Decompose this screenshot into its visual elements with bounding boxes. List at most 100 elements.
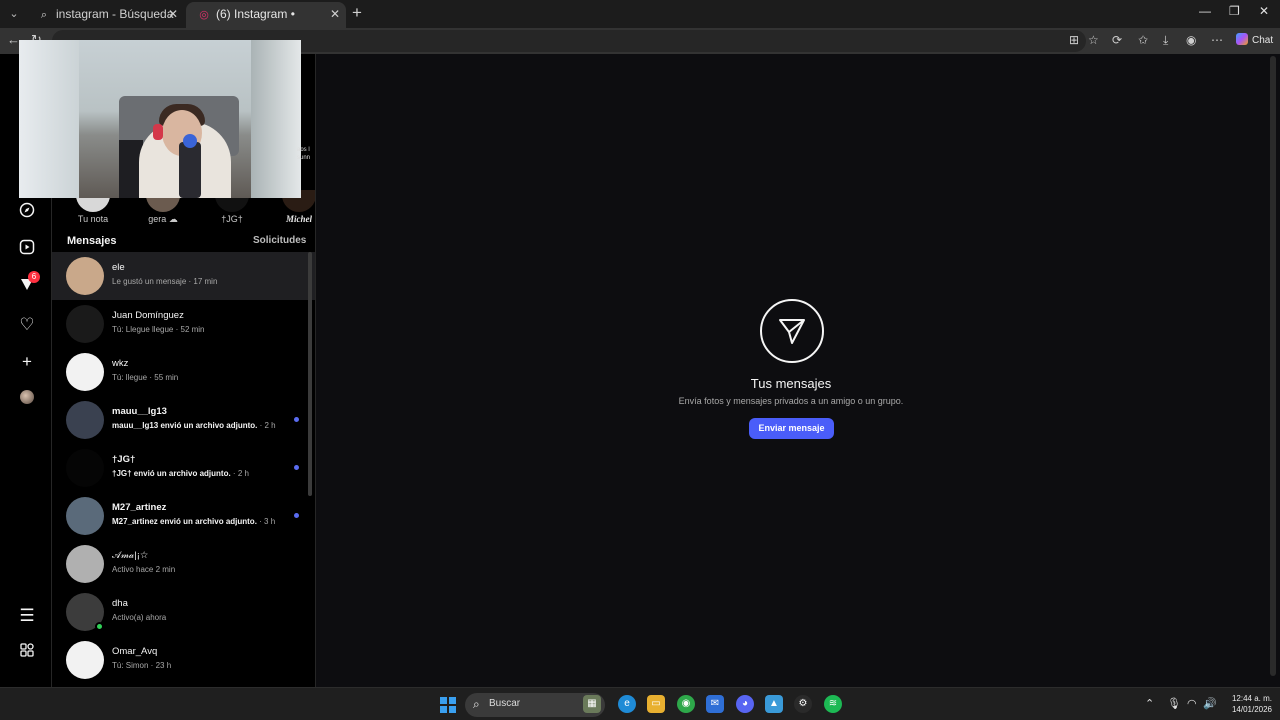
messages-badge: 6 bbox=[28, 271, 40, 283]
reels-icon[interactable] bbox=[14, 239, 40, 261]
clock-time: 12:44 a. m. bbox=[1231, 694, 1272, 703]
extensions-icon[interactable]: ⟳ bbox=[1112, 33, 1122, 47]
conversation-preview: Tú: Simon · 23 h bbox=[112, 661, 172, 670]
profile-avatar[interactable] bbox=[14, 388, 40, 410]
conversation-preview: Le gustó un mensaje · 17 min bbox=[112, 277, 218, 286]
search-placeholder: Buscar bbox=[489, 698, 521, 709]
webcam-overlay bbox=[19, 40, 301, 198]
conversation-row[interactable]: Juan Domínguez Tú: Llegue llegue · 52 min bbox=[52, 300, 315, 348]
download-icon[interactable]: ⤓ bbox=[1163, 33, 1168, 48]
outlook-icon[interactable]: ✉ bbox=[706, 695, 724, 713]
tab-instagram-messages[interactable]: ◎(6) Instagram • Mensajes ✕ bbox=[186, 2, 346, 46]
conversation-time: · 3 h bbox=[256, 517, 276, 526]
requests-link[interactable]: Solicitudes bbox=[253, 235, 306, 246]
profile-icon[interactable]: ◉ bbox=[1186, 33, 1196, 47]
conversation-row[interactable]: Omar_Avq Tú: Simon · 23 h bbox=[52, 636, 315, 684]
empty-state-title: Tus mensajes bbox=[750, 376, 832, 391]
file-explorer-icon[interactable]: ▭ bbox=[647, 695, 665, 713]
conversation-name: 𝒜𝓂𝒶|¡☆ bbox=[112, 550, 149, 561]
conversation-name: wkz bbox=[112, 358, 129, 369]
new-tab-plus-icon[interactable]: + bbox=[352, 3, 362, 23]
conversation-row[interactable]: dha Activo(a) ahora bbox=[52, 588, 315, 636]
conversation-row[interactable]: ele Le gustó un mensaje · 17 min bbox=[52, 252, 315, 300]
conversation-row[interactable]: 𝒜𝓂𝒶|¡☆ Activo hace 2 min bbox=[52, 540, 315, 588]
conversation-name: mauu__lg13 bbox=[112, 406, 167, 417]
messages-icon[interactable]: 6 bbox=[14, 271, 40, 298]
empty-state-subtitle: Envía fotos y mensajes privados a un ami… bbox=[678, 396, 904, 406]
close-window-icon[interactable]: ✕ bbox=[1259, 4, 1269, 18]
favorite-star-icon[interactable]: ☆ bbox=[1088, 33, 1099, 47]
note-label: †JG† bbox=[221, 214, 243, 224]
chat-label: Chat bbox=[1252, 35, 1274, 46]
conversation-time: · 2 h bbox=[257, 421, 276, 430]
edge-icon[interactable]: e bbox=[618, 695, 636, 713]
unread-dot bbox=[294, 513, 299, 518]
tab-actions-chevron-icon[interactable]: ⌄ bbox=[4, 4, 24, 24]
minimize-icon[interactable]: — bbox=[1199, 4, 1211, 18]
conversation-preview: †JG† envió un archivo adjunto. · 2 h bbox=[112, 469, 249, 478]
paper-plane-icon bbox=[760, 299, 824, 363]
avatar bbox=[66, 449, 104, 487]
conversation-row[interactable]: †JG† †JG† envió un archivo adjunto. · 2 h bbox=[52, 444, 315, 492]
conversation-name: M27_artinez bbox=[112, 502, 167, 513]
note-label: gera ☁ bbox=[148, 214, 178, 224]
heart-icon[interactable]: ♡ bbox=[14, 314, 40, 336]
copilot-icon bbox=[1236, 33, 1248, 45]
send-message-button[interactable]: Enviar mensaje bbox=[749, 418, 834, 439]
wifi-icon[interactable]: ◠ bbox=[1187, 697, 1197, 710]
note-label: Michel bbox=[286, 214, 312, 224]
spotify-icon[interactable]: ≋ bbox=[824, 695, 842, 713]
conversation-name: †JG† bbox=[112, 454, 136, 465]
app-available-icon[interactable]: ⊞ bbox=[1069, 33, 1079, 47]
story-preview-text: aos l sunn bbox=[297, 147, 311, 161]
microphone-icon[interactable]: 🎙 bbox=[1167, 697, 1181, 710]
also-from-meta-icon[interactable] bbox=[14, 642, 40, 664]
conversation-preview: Tú: llegue · 55 min bbox=[112, 373, 179, 382]
search-icon: ⌕ bbox=[40, 9, 48, 21]
conversation-preview: Tú: Llegue llegue · 52 min bbox=[112, 325, 205, 334]
conversation-row[interactable]: wkz Tú: llegue · 55 min bbox=[52, 348, 315, 396]
windows-taskbar: ⌕ Buscar ▦ e ▭ ◉ ✉ ◕ ▲ ⚙ ≋ ⌃ 🎙 ◠ 🔊 12:44… bbox=[0, 687, 1280, 720]
hamburger-menu-icon[interactable]: ☰ bbox=[14, 605, 40, 627]
chrome-icon[interactable]: ◉ bbox=[677, 695, 695, 713]
unread-dot bbox=[294, 417, 299, 422]
more-menu-icon[interactable]: ⋯ bbox=[1211, 33, 1223, 47]
explore-icon[interactable] bbox=[14, 202, 40, 224]
avatar bbox=[66, 545, 104, 583]
start-windows-icon[interactable] bbox=[440, 697, 456, 713]
taskbar-clock[interactable]: 12:44 a. m. 14/01/2026 bbox=[1222, 693, 1272, 715]
conversation-name: ele bbox=[112, 262, 125, 273]
restore-icon[interactable]: ❐ bbox=[1229, 4, 1240, 18]
conversation-name: dha bbox=[112, 598, 128, 609]
volume-icon[interactable]: 🔊 bbox=[1203, 697, 1217, 710]
conversation-scrollbar[interactable] bbox=[308, 252, 312, 496]
conversation-time: · 2 h bbox=[230, 469, 249, 478]
page-scrollbar[interactable] bbox=[1266, 54, 1280, 687]
messages-empty-state: Tus mensajes Envía fotos y mensajes priv… bbox=[316, 54, 1266, 687]
conversation-name: Juan Domínguez bbox=[112, 310, 184, 321]
widget-icon[interactable]: ▦ bbox=[583, 695, 601, 713]
tray-chevron-icon[interactable]: ⌃ bbox=[1145, 697, 1154, 710]
copilot-chat-button[interactable]: Chat bbox=[1232, 31, 1277, 51]
note-label: Tu nota bbox=[77, 214, 109, 224]
clock-date: 14/01/2026 bbox=[1231, 705, 1272, 714]
conversation-row[interactable]: mauu__lg13 mauu__lg13 envió un archivo ad… bbox=[52, 396, 315, 444]
conversation-name: Omar_Avq bbox=[112, 646, 158, 657]
create-plus-icon[interactable]: + bbox=[14, 351, 40, 373]
messages-header-title: Mensajes bbox=[67, 235, 117, 247]
discord-icon[interactable]: ◕ bbox=[736, 695, 754, 713]
online-indicator bbox=[95, 622, 104, 631]
close-tab-icon[interactable]: ✕ bbox=[168, 2, 178, 26]
conversation-preview: M27_artinez envió un archivo adjunto. · … bbox=[112, 517, 276, 526]
avatar bbox=[66, 305, 104, 343]
conversation-preview: Activo(a) ahora bbox=[112, 613, 167, 622]
conversation-row[interactable]: M27_artinez M27_artinez envió un archivo … bbox=[52, 492, 315, 540]
avatar bbox=[66, 497, 104, 535]
photos-icon[interactable]: ▲ bbox=[765, 695, 783, 713]
favorites-icon[interactable]: ✩ bbox=[1138, 33, 1148, 47]
tab-instagram-search[interactable]: ⌕ instagram - Búsqueda ✕ bbox=[26, 2, 184, 28]
conversation-preview: mauu__lg13 envió un archivo adjunto. · 2… bbox=[112, 421, 276, 430]
app-icon[interactable]: ⚙ bbox=[794, 695, 812, 713]
search-icon: ⌕ bbox=[473, 697, 480, 711]
close-tab-icon[interactable]: ✕ bbox=[330, 2, 340, 26]
